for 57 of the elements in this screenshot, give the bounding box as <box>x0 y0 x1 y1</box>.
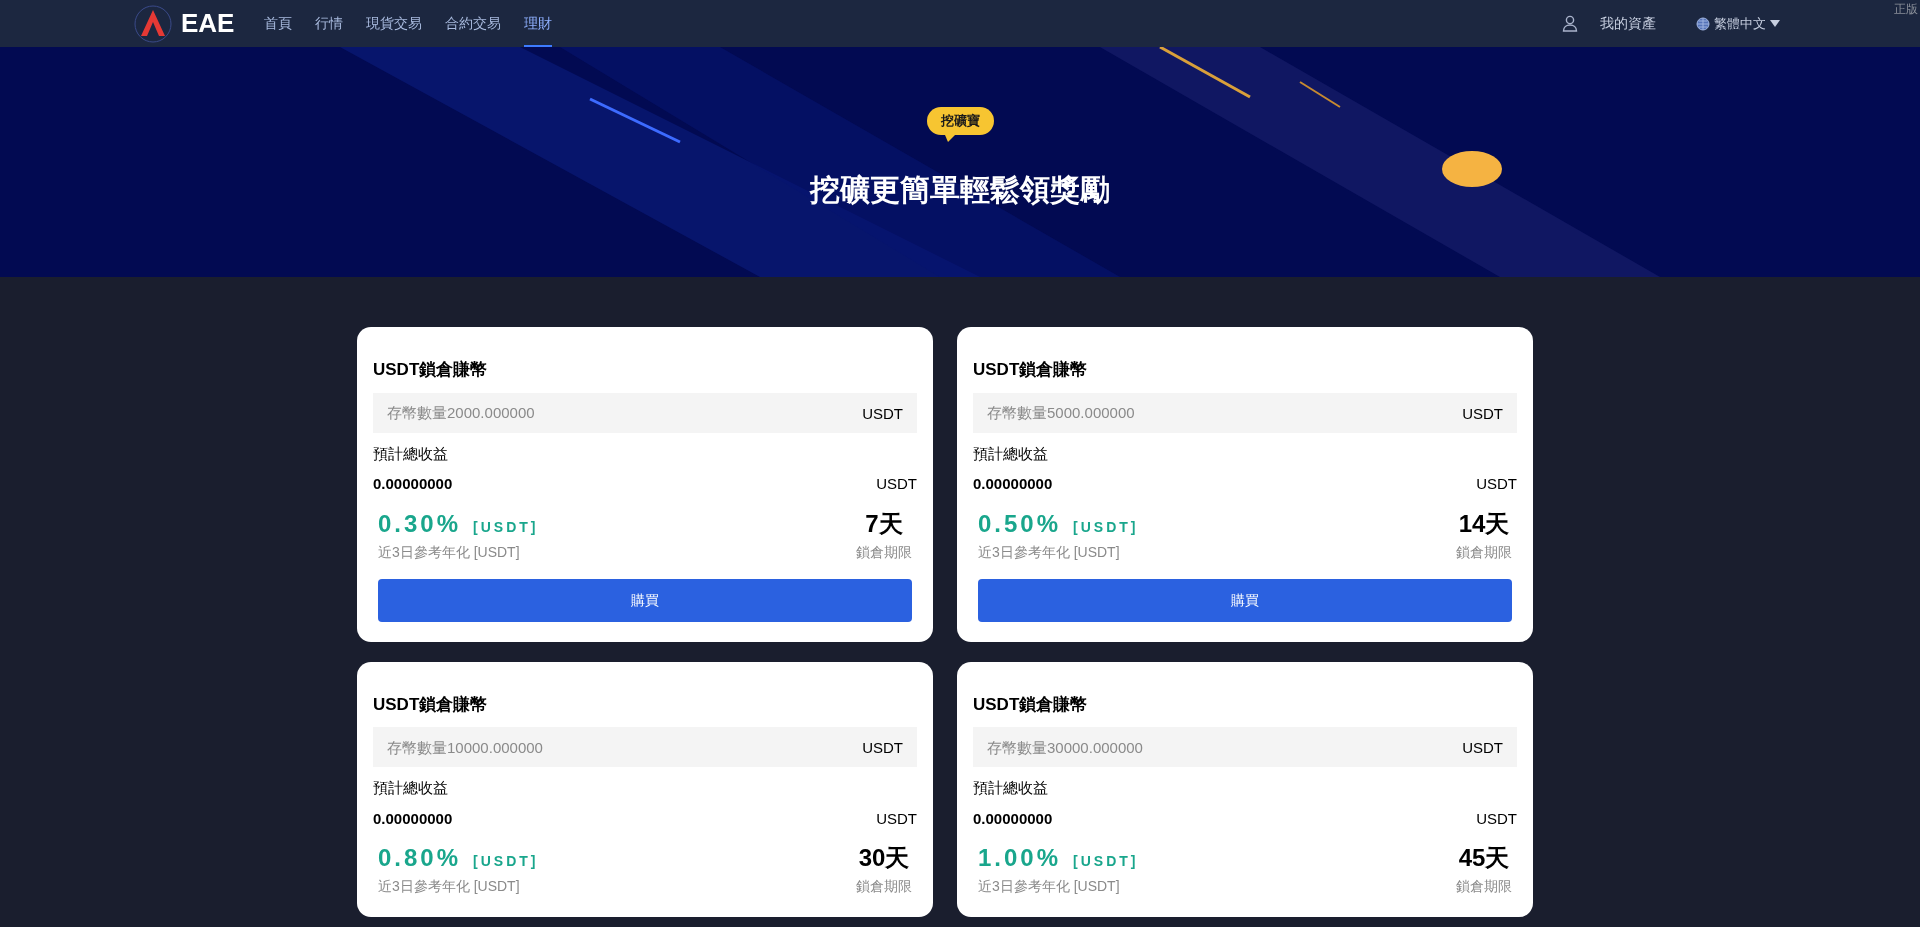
language-dropdown[interactable]: 繁體中文 <box>1696 13 1780 34</box>
card-title: USDT鎖倉賺幣 <box>973 693 1089 716</box>
term-label: 鎖倉期限 <box>1456 542 1512 562</box>
rate-unit: [USDT] <box>473 852 539 871</box>
income-value: 0.00000000 <box>373 474 453 494</box>
rate-label: 近3日參考年化 [USDT] <box>978 877 1121 896</box>
income-unit: USDT <box>1476 474 1517 494</box>
income-label: 預計總收益 <box>973 443 1049 464</box>
nav-tab[interactable]: 首頁 <box>264 0 293 47</box>
income-value: 0.00000000 <box>973 808 1053 829</box>
logo-text: EAE <box>181 7 235 40</box>
income-unit: USDT <box>876 474 917 494</box>
rate-unit: [USDT] <box>1073 517 1139 537</box>
rate-unit: [USDT] <box>1073 852 1139 871</box>
buy-button[interactable]: 購買 <box>378 578 912 622</box>
rate-unit: [USDT] <box>473 517 539 537</box>
term-value: 30天 <box>858 843 910 873</box>
user-icon[interactable] <box>1562 15 1578 32</box>
income-label: 預計總收益 <box>973 778 1049 798</box>
rate-label: 近3日參考年化 [USDT] <box>378 877 521 896</box>
card-title: USDT鎖倉賺幣 <box>373 693 489 716</box>
card-title: USDT鎖倉賺幣 <box>373 359 489 381</box>
globe-icon <box>1696 16 1710 31</box>
income-value: 0.00000000 <box>973 474 1053 494</box>
field-unit: USDT <box>1462 403 1503 424</box>
nav-tab[interactable]: 現貨交易 <box>366 0 423 47</box>
rate-value: 0.50% <box>978 508 1062 539</box>
income-value: 0.00000000 <box>373 808 453 829</box>
term-label: 鎖倉期限 <box>1456 877 1512 896</box>
speech-tail-icon <box>944 134 955 142</box>
card-title: USDT鎖倉賺幣 <box>973 359 1089 381</box>
logo-icon <box>133 3 173 44</box>
field-unit: USDT <box>862 403 903 424</box>
assets-link[interactable]: 我的資產 <box>1600 13 1656 34</box>
term-label: 鎖倉期限 <box>856 877 912 896</box>
term-value: 14天 <box>1458 508 1510 539</box>
term-label: 鎖倉期限 <box>856 542 912 562</box>
income-unit: USDT <box>876 808 917 829</box>
income-label: 預計總收益 <box>373 443 449 464</box>
nav-tab[interactable]: 合約交易 <box>445 0 502 47</box>
banner-headline: 挖礦更簡單輕鬆領獎勵 <box>810 171 1110 208</box>
income-label: 預計總收益 <box>373 778 449 798</box>
buy-button[interactable]: 購買 <box>978 578 1512 622</box>
rate-value: 0.30% <box>378 508 462 539</box>
field-unit: USDT <box>1462 738 1503 758</box>
field-unit: USDT <box>862 738 903 758</box>
term-value: 7天 <box>865 508 903 539</box>
rate-label: 近3日參考年化 [USDT] <box>978 542 1121 562</box>
rate-value: 1.00% <box>978 843 1062 873</box>
nav-tab[interactable]: 行情 <box>315 0 344 47</box>
term-value: 45天 <box>1458 843 1510 873</box>
income-unit: USDT <box>1476 808 1517 829</box>
rate-label: 近3日參考年化 [USDT] <box>378 542 521 562</box>
caret-icon <box>1770 20 1780 27</box>
corner-text: 正版 <box>1894 1 1918 18</box>
rate-value: 0.80% <box>378 843 462 873</box>
badge: 挖礦寶 <box>926 107 994 135</box>
